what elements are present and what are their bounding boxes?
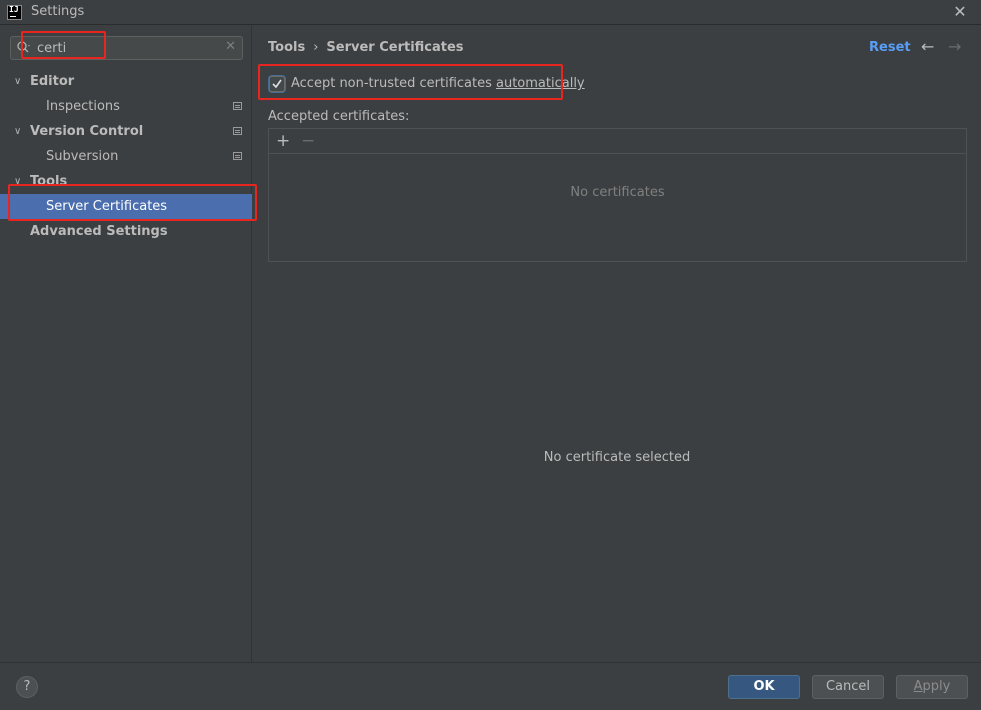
help-button[interactable]: ? bbox=[16, 676, 38, 698]
breadcrumb: Tools › Server Certificates bbox=[268, 40, 464, 55]
sidebar-item-label: Advanced Settings bbox=[30, 224, 168, 239]
remove-icon[interactable]: − bbox=[301, 130, 315, 152]
ok-button[interactable]: OK bbox=[728, 675, 800, 699]
settings-tree: ∨ Editor Inspections ∨ Version Control S… bbox=[0, 69, 252, 244]
sidebar-item-label: Inspections bbox=[46, 99, 120, 114]
sidebar-item-label: Server Certificates bbox=[46, 199, 168, 214]
breadcrumb-separator: › bbox=[313, 40, 319, 55]
apply-button[interactable]: Apply bbox=[896, 675, 968, 699]
chevron-down-icon[interactable]: ∨ bbox=[14, 69, 21, 94]
apply-mnemonic: A bbox=[913, 679, 923, 694]
sidebar-item-version-control[interactable]: ∨ Version Control bbox=[0, 119, 252, 144]
empty-list-text: No certificates bbox=[570, 185, 665, 200]
sidebar-item-inspections[interactable]: Inspections bbox=[0, 94, 252, 119]
sidebar-item-label: Subversion bbox=[46, 149, 119, 164]
checkbox-label-text: Accept non-trusted certificates bbox=[291, 76, 496, 91]
breadcrumb-current: Server Certificates bbox=[326, 40, 464, 55]
settings-content: Tools › Server Certificates Reset ← → Acce… bbox=[253, 26, 981, 662]
apply-label-rest: pply bbox=[922, 679, 951, 694]
sidebar-item-subversion[interactable]: Subversion bbox=[0, 144, 252, 169]
dialog-footer: ? OK Cancel Apply bbox=[0, 662, 981, 710]
certificates-list: + − No certificates bbox=[268, 128, 967, 262]
chevron-down-icon[interactable]: ∨ bbox=[14, 169, 21, 194]
checkbox-label: Accept non-trusted certificates automati… bbox=[291, 76, 585, 91]
project-settings-icon bbox=[233, 127, 242, 135]
chevron-down-icon[interactable]: ∨ bbox=[14, 119, 21, 144]
sidebar-item-tools[interactable]: ∨ Tools bbox=[0, 169, 252, 194]
sidebar-item-label: Version Control bbox=[30, 124, 144, 139]
search-icon[interactable] bbox=[16, 40, 32, 56]
clear-search-icon[interactable]: ✕ bbox=[225, 39, 236, 54]
sidebar-item-label: Editor bbox=[30, 74, 75, 89]
reset-link[interactable]: Reset bbox=[869, 40, 911, 55]
forward-arrow-icon[interactable]: → bbox=[948, 37, 961, 56]
sidebar-item-editor[interactable]: ∨ Editor bbox=[0, 69, 252, 94]
checkbox-label-mnemonic: automatically bbox=[496, 76, 585, 91]
sidebar-item-server-certificates[interactable]: Server Certificates bbox=[0, 194, 252, 219]
settings-sidebar: ✕ ∨ Editor Inspections ∨ Version Control… bbox=[0, 26, 252, 662]
project-settings-icon bbox=[233, 102, 242, 110]
add-icon[interactable]: + bbox=[276, 130, 290, 152]
accepted-certificates-label: Accepted certificates: bbox=[268, 109, 410, 124]
sidebar-item-label: Tools bbox=[30, 174, 68, 189]
cancel-button[interactable]: Cancel bbox=[812, 675, 884, 699]
no-selection-text: No certificate selected bbox=[543, 450, 691, 465]
title-bar: IJ Settings ✕ bbox=[0, 0, 981, 25]
back-arrow-icon[interactable]: ← bbox=[921, 37, 934, 56]
breadcrumb-parent[interactable]: Tools bbox=[268, 40, 305, 55]
certificates-toolbar: + − bbox=[269, 129, 966, 154]
search-field[interactable]: ✕ bbox=[10, 36, 243, 60]
intellij-logo-icon: IJ bbox=[7, 5, 22, 20]
search-input[interactable] bbox=[37, 39, 217, 57]
window-title: Settings bbox=[31, 4, 85, 19]
sidebar-item-advanced-settings[interactable]: Advanced Settings bbox=[0, 219, 252, 244]
close-icon[interactable]: ✕ bbox=[951, 2, 969, 22]
project-settings-icon bbox=[233, 152, 242, 160]
checkbox-checked-icon[interactable] bbox=[269, 76, 285, 92]
